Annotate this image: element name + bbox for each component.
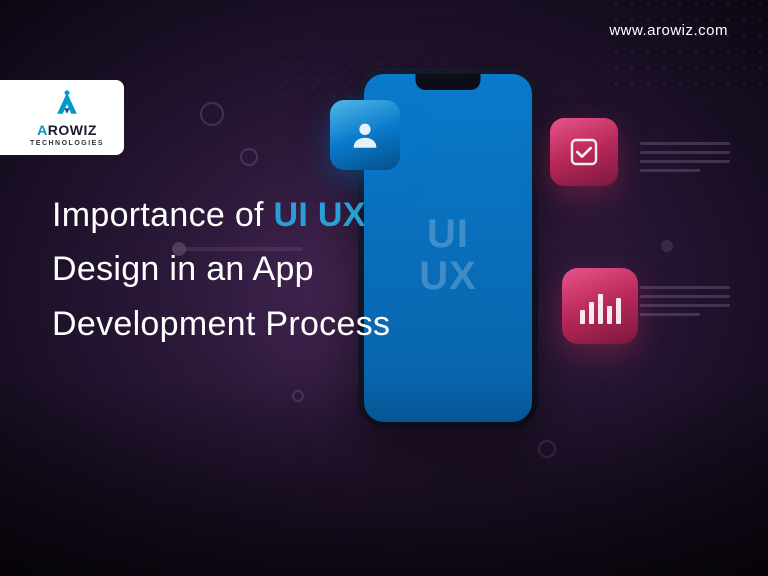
headline-part1: Importance of <box>52 196 274 234</box>
bar-icon <box>589 302 594 324</box>
bar-icon <box>616 298 621 324</box>
arowiz-logo-icon <box>53 90 81 118</box>
headline-highlight: UI UX <box>274 196 366 234</box>
bar-icon <box>598 294 603 324</box>
phone-screen-label: UI UX <box>419 213 477 297</box>
decorative-dots <box>608 0 768 100</box>
headline-part3: Development Process <box>52 297 390 351</box>
profile-card-icon <box>330 100 400 170</box>
headline: Importance of UI UX Design in an App Dev… <box>52 188 390 351</box>
decorative-circle <box>240 148 258 166</box>
chart-card-icon <box>562 268 638 344</box>
checkbox-icon <box>568 136 600 168</box>
decorative-text-lines <box>640 142 730 172</box>
phone-notch <box>416 74 481 90</box>
decorative-circle <box>200 102 224 126</box>
decorative-circle <box>538 440 556 458</box>
decorative-circle <box>292 390 304 402</box>
bar-icon <box>607 306 612 324</box>
logo-name: AROWIZ <box>37 122 97 138</box>
website-url: www.arowiz.com <box>609 22 728 39</box>
check-card-icon <box>550 118 618 186</box>
logo-badge: AROWIZ TECHNOLOGIES <box>0 80 124 155</box>
decorative-text-lines <box>640 286 730 316</box>
headline-part2: Design in an App <box>52 242 390 296</box>
person-icon <box>348 118 382 152</box>
decorative-circle <box>661 240 673 252</box>
logo-subtitle: TECHNOLOGIES <box>30 140 104 147</box>
bar-icon <box>580 310 585 324</box>
